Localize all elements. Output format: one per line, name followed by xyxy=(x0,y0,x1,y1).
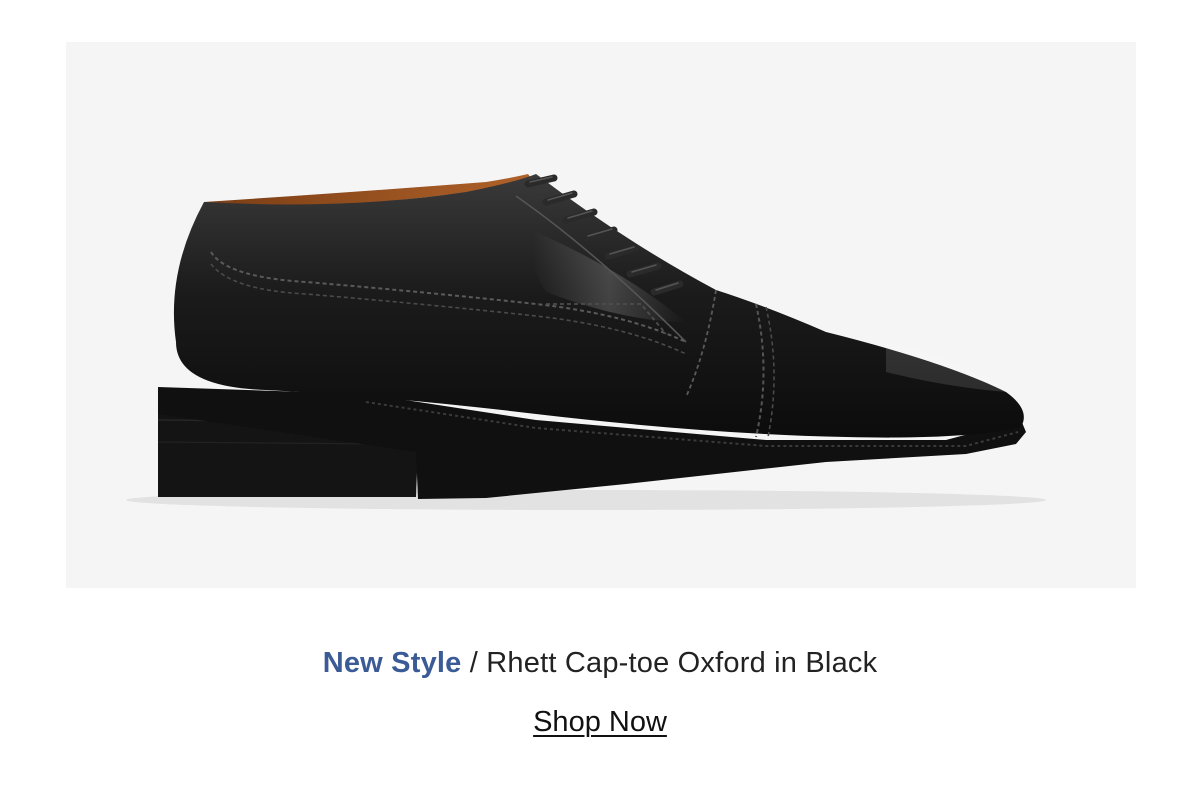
shoe-illustration xyxy=(126,174,1046,510)
caption-separator: / xyxy=(461,647,487,679)
new-style-tag: New Style xyxy=(322,647,462,679)
promo-card: New Style / Rhett Cap-toe Oxford in Blac… xyxy=(0,0,1200,812)
product-image[interactable] xyxy=(66,42,1136,588)
product-name: Rhett Cap-toe Oxford in Black xyxy=(486,647,878,679)
cta-container: Shop Now xyxy=(0,703,1200,741)
shop-now-link[interactable]: Shop Now xyxy=(533,706,667,738)
product-caption: New Style / Rhett Cap-toe Oxford in Blac… xyxy=(0,644,1200,682)
